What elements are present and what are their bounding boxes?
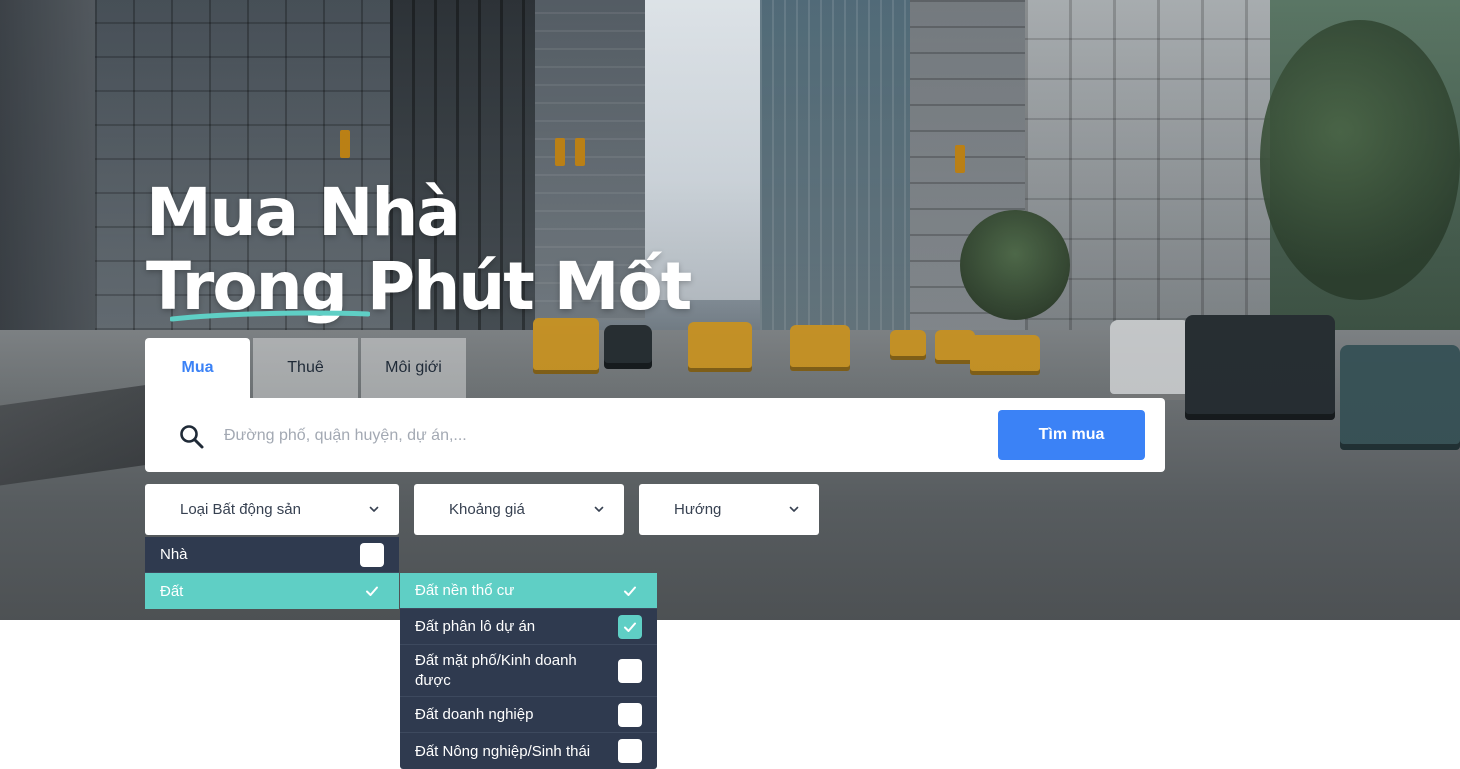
checkbox[interactable] <box>618 658 642 683</box>
submenu-item-label: Đất mặt phố/Kinh doanh được <box>415 651 577 689</box>
search-input[interactable] <box>224 420 984 452</box>
submenu-item-dat-nen-tho-cu[interactable]: Đất nền thổ cư <box>400 573 657 609</box>
menu-item-dat[interactable]: Đất <box>145 573 399 609</box>
submenu-item-label: Đất Nông nghiệp/Sinh thái <box>415 742 591 760</box>
submenu-item-label: Đất doanh nghiệp <box>415 706 534 723</box>
chevron-down-icon <box>789 506 799 512</box>
check-icon <box>366 586 378 596</box>
price-range-filter[interactable]: Khoảng giá <box>414 484 624 535</box>
chevron-down-icon <box>369 506 379 512</box>
transaction-tabs: Mua Thuê Môi giới <box>145 338 466 398</box>
headline-line-1: Mua Nhà <box>146 174 461 251</box>
land-type-submenu: Đất nền thổ cư Đất phân lô dự án Đất mặt… <box>400 573 657 769</box>
submenu-item-dat-nong-nghiep[interactable]: Đất Nông nghiệp/Sinh thái <box>400 733 657 769</box>
submenu-item-label: Đất phân lô dự án <box>415 618 536 635</box>
checkbox[interactable] <box>618 739 642 763</box>
tab-broker[interactable]: Môi giới <box>361 338 466 398</box>
submenu-item-dat-doanh-nghiep[interactable]: Đất doanh nghiệp <box>400 697 657 733</box>
menu-item-nha[interactable]: Nhà <box>145 537 399 573</box>
checkbox[interactable] <box>618 702 642 727</box>
submenu-item-dat-phan-lo-du-an[interactable]: Đất phân lô dự án <box>400 609 657 645</box>
direction-filter[interactable]: Hướng <box>639 484 819 535</box>
tab-buy[interactable]: Mua <box>145 338 250 398</box>
property-type-filter[interactable]: Loại Bất động sản <box>145 484 399 535</box>
checkbox[interactable] <box>360 542 384 567</box>
submenu-item-dat-mat-pho[interactable]: Đất mặt phố/Kinh doanh được <box>400 645 657 697</box>
headline-underline-decoration <box>170 310 370 322</box>
menu-item-label: Đất <box>160 582 184 600</box>
search-button[interactable]: Tìm mua <box>998 410 1145 460</box>
direction-filter-label: Hướng <box>674 501 722 518</box>
tab-rent[interactable]: Thuê <box>253 338 358 398</box>
menu-item-label: Nhà <box>160 546 188 563</box>
property-type-filter-label: Loại Bất động sản <box>180 501 301 518</box>
chevron-down-icon <box>594 506 604 512</box>
hero-headline: Mua Nhà Trong Phút Mốt <box>146 174 692 324</box>
checkbox[interactable] <box>618 614 642 639</box>
checkbox[interactable] <box>360 579 384 603</box>
checkbox[interactable] <box>618 579 642 603</box>
price-range-filter-label: Khoảng giá <box>449 501 525 518</box>
submenu-item-label: Đất nền thổ cư <box>415 582 515 599</box>
check-icon <box>624 622 636 632</box>
check-icon <box>624 586 636 596</box>
property-type-menu: Nhà Đất <box>145 537 399 609</box>
search-icon <box>180 425 204 449</box>
